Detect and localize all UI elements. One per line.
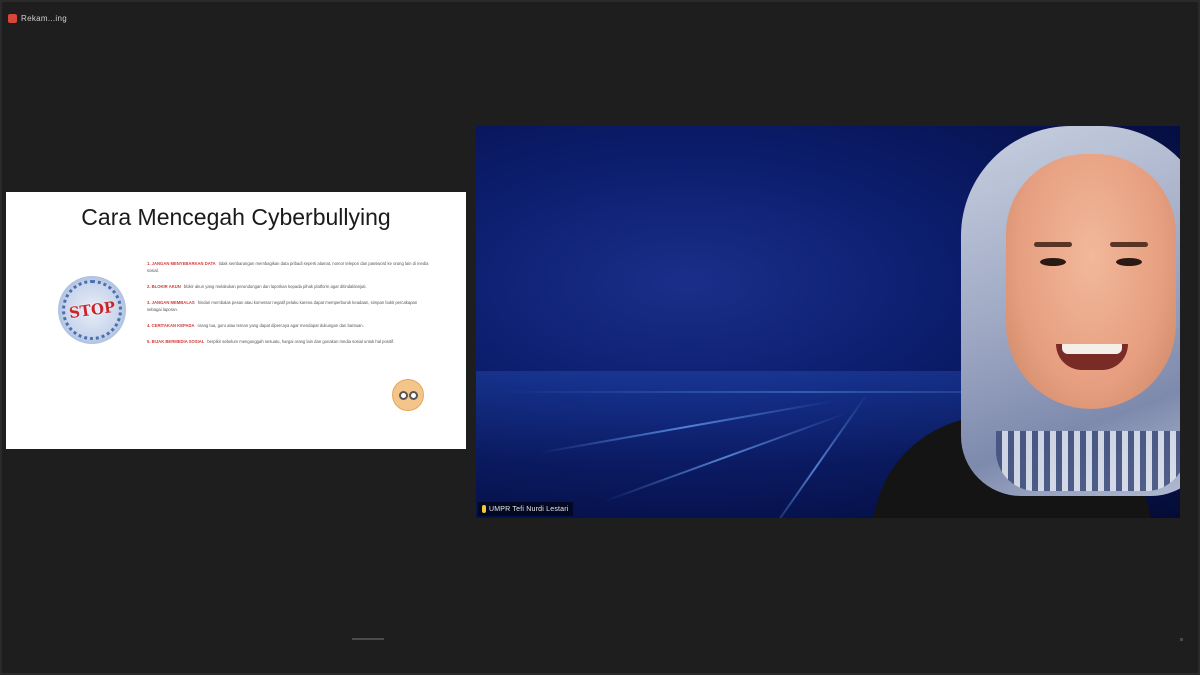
tip-lead: 2. BLOKIR AKUN <box>147 284 181 289</box>
stop-bullying-icon: STOP <box>58 276 126 344</box>
tip-text: blokir akun yang melakukan perundungan d… <box>183 284 367 289</box>
toolbar-handle[interactable] <box>352 638 384 640</box>
tip-item: 3. JANGAN MEMBALAS hindari membalas pesan… <box>147 299 429 313</box>
participant-name: UMPR Tefi Nurdi Lestari <box>489 505 569 513</box>
tip-text: orang tua, guru atau teman yang dapat di… <box>197 323 364 328</box>
nerd-face-icon <box>392 379 424 411</box>
recording-indicator[interactable]: Rekam...ing <box>8 11 67 25</box>
tip-item: 2. BLOKIR AKUN blokir akun yang melakukan… <box>147 283 429 290</box>
shared-slide: Cara Mencegah Cyberbullying STOP 1. JANG… <box>6 192 466 449</box>
resize-grip[interactable] <box>1180 638 1183 641</box>
meeting-window: Rekam...ing Cara Mencegah Cyberbullying … <box>0 0 1200 675</box>
tip-item: 5. BIJAK BERMEDIA SOSIAL berpikir sebelum… <box>147 338 429 345</box>
tip-lead: 5. BIJAK BERMEDIA SOSIAL <box>147 339 205 344</box>
tip-text: berpikir sebelum mengunggah sesuatu, har… <box>207 339 395 344</box>
microphone-icon <box>482 505 486 513</box>
slide-title: Cara Mencegah Cyberbullying <box>81 204 391 230</box>
tip-lead: 1. JANGAN MENYEBARKAN DATA <box>147 261 216 266</box>
tip-item: 4. CERITAKAN KEPADA orang tua, guru atau … <box>147 322 429 329</box>
participant-video[interactable]: UMPR Tefi Nurdi Lestari <box>476 126 1180 518</box>
recording-icon <box>8 13 17 23</box>
tips-list: 1. JANGAN MENYEBARKAN DATA tidak sembaran… <box>147 260 429 354</box>
tip-lead: 4. CERITAKAN KEPADA <box>147 323 195 328</box>
tip-item: 1. JANGAN MENYEBARKAN DATA tidak sembaran… <box>147 260 429 274</box>
recording-label: Rekam...ing <box>21 13 67 23</box>
participant-image <box>676 126 1180 518</box>
participant-nameplate: UMPR Tefi Nurdi Lestari <box>478 502 573 516</box>
tip-lead: 3. JANGAN MEMBALAS <box>147 300 195 305</box>
